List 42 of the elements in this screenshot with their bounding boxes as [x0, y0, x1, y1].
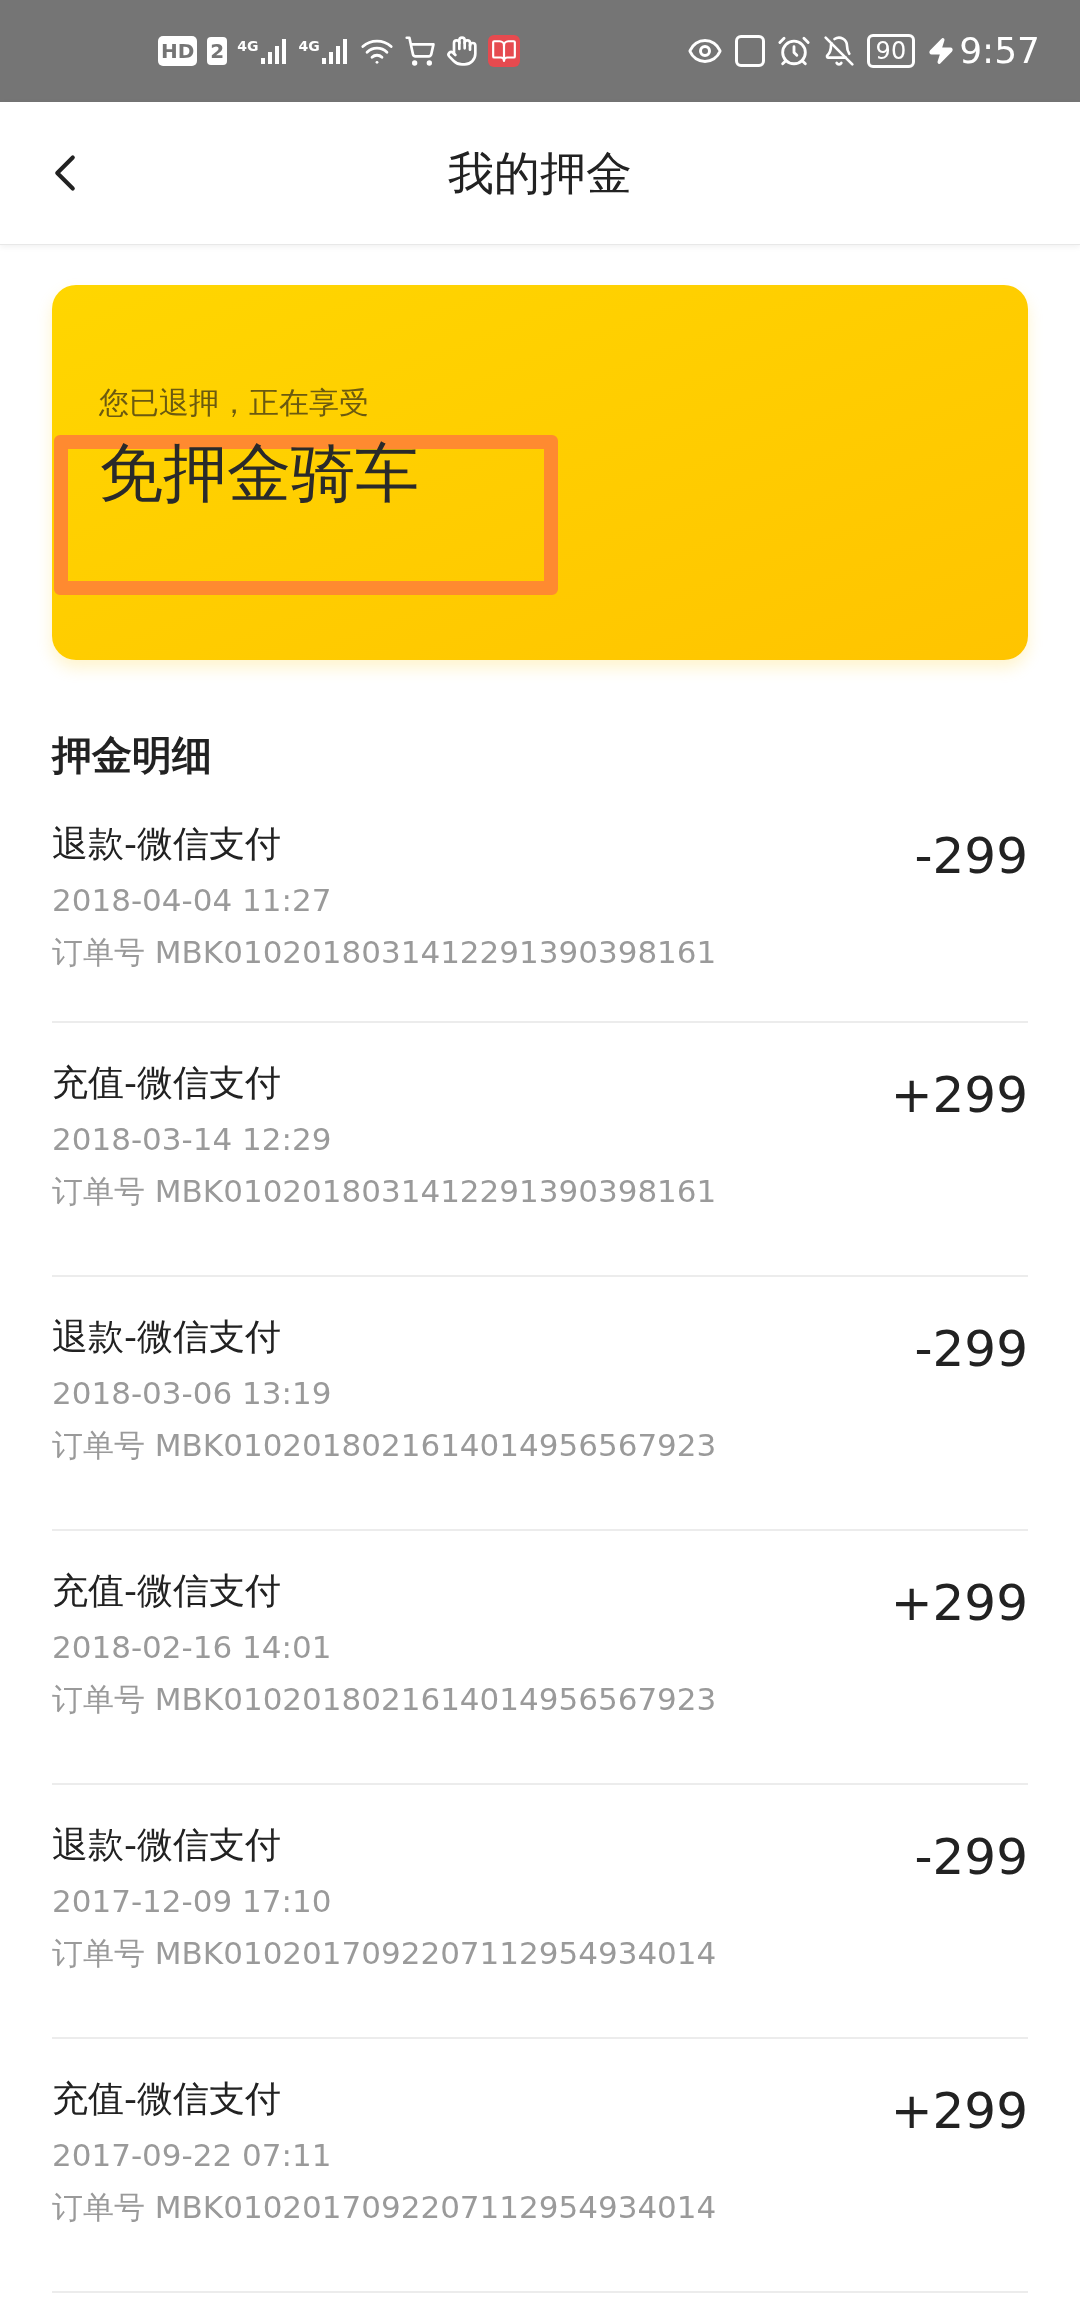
- battery-indicator: 90: [866, 34, 916, 68]
- charging-icon: [927, 37, 956, 65]
- order-number: 订单号 MBK0102018031412291390398161: [52, 1172, 717, 1211]
- sim-indicator: 2: [207, 37, 228, 65]
- record-amount: +299: [890, 1573, 1028, 1634]
- hand-icon: [445, 35, 478, 67]
- card-subtitle: 您已退押，正在享受: [99, 384, 370, 422]
- record-date: 2018-03-14 12:29: [52, 1120, 333, 1159]
- record-amount: -299: [914, 1827, 1028, 1888]
- record-title: 充值-微信支付: [52, 1569, 282, 1613]
- record-date: 2018-03-06 13:19: [52, 1374, 333, 1413]
- order-number: 订单号 MBK0102018021614014956567923: [52, 1426, 717, 1465]
- hd-indicator: HD: [158, 36, 198, 66]
- record-title: 充值-微信支付: [52, 2077, 282, 2121]
- order-number: 订单号 MBK0102018031412291390398161: [52, 933, 717, 972]
- bell-off-icon: [822, 35, 855, 67]
- record-amount: -299: [914, 1319, 1028, 1380]
- record-date: 2018-02-16 14:01: [52, 1628, 333, 1667]
- record-amount: -299: [914, 826, 1028, 887]
- cart-icon: [403, 35, 436, 67]
- alarm-icon: [776, 34, 811, 68]
- network-type: 4G: [298, 37, 320, 56]
- order-number: 订单号 MBK0102017092207112954934014: [52, 1934, 717, 1973]
- section-title: 押金明细: [52, 731, 213, 780]
- record-amount: +299: [890, 2081, 1028, 2142]
- card-title: 免押金骑车: [99, 435, 419, 511]
- record-date: 2017-09-22 07:11: [52, 2136, 333, 2175]
- record-amount: +299: [890, 1065, 1028, 1126]
- record-title: 充值-微信支付: [52, 1061, 282, 1105]
- signal-icon: [319, 36, 350, 66]
- record-date: 2018-04-04 11:27: [52, 881, 333, 920]
- network-type: 4G: [237, 37, 259, 56]
- record-title: 退款-微信支付: [52, 1315, 282, 1359]
- clock-time: 9:57: [959, 29, 1040, 73]
- record-title: 退款-微信支付: [52, 822, 282, 866]
- order-number: 订单号 MBK0102018021614014956567923: [52, 1680, 717, 1719]
- order-number: 订单号 MBK0102017092207112954934014: [52, 2188, 717, 2227]
- book-icon: [487, 35, 520, 67]
- record-date: 2017-12-09 17:10: [52, 1882, 333, 1921]
- signal-icon: [258, 36, 289, 66]
- record-title: 退款-微信支付: [52, 1823, 282, 1867]
- page-title: 我的押金: [448, 144, 632, 202]
